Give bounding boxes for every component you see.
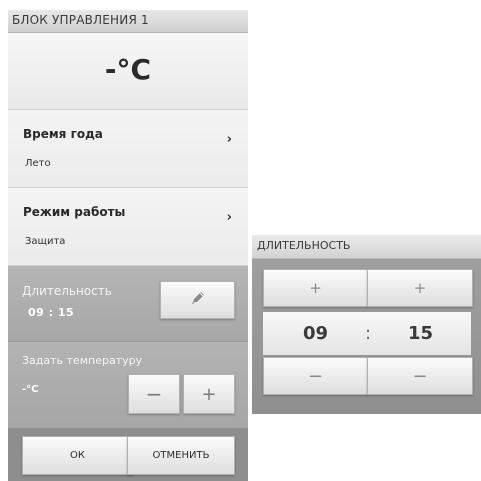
- dialog-body: + + 09 : 15 − −: [252, 259, 481, 414]
- mode-selector[interactable]: Режим работы Защита ›: [8, 188, 248, 266]
- mode-value: Защита: [25, 236, 66, 247]
- ok-button[interactable]: ОК: [22, 436, 133, 475]
- chevron-right-icon: ›: [226, 132, 232, 147]
- duration-value: 09 : 15: [28, 306, 75, 319]
- title-bar: БЛОК УПРАВЛЕНИЯ 1: [8, 10, 248, 33]
- duration-section: Длительность 09 : 15: [8, 266, 248, 342]
- increase-minutes-button[interactable]: +: [367, 269, 473, 307]
- plus-icon: +: [201, 383, 217, 405]
- minutes-value: 15: [408, 323, 434, 344]
- duration-dialog: ДЛИТЕЛЬНОСТЬ + + 09 : 15 − −: [252, 235, 481, 414]
- season-value: Лето: [25, 158, 51, 169]
- set-temperature-label: Задать температуру: [22, 354, 143, 367]
- decrease-hours-button[interactable]: −: [263, 357, 368, 395]
- current-temperature-display: -°C: [8, 33, 248, 110]
- duration-label: Длительность: [22, 284, 112, 298]
- hours-value: 09: [303, 323, 329, 344]
- season-selector[interactable]: Время года Лето ›: [8, 110, 248, 188]
- plus-icon: +: [309, 279, 322, 297]
- time-separator: :: [365, 323, 372, 344]
- decrease-minutes-button[interactable]: −: [367, 357, 473, 395]
- panel-title: БЛОК УПРАВЛЕНИЯ 1: [12, 13, 149, 27]
- minus-icon: −: [307, 365, 324, 387]
- plus-icon: +: [413, 279, 427, 297]
- set-temperature-value: -°C: [22, 384, 39, 395]
- footer: ОК ОТМЕНИТЬ: [8, 428, 248, 481]
- edit-duration-button[interactable]: [160, 281, 235, 319]
- current-temperature-value: -°C: [104, 53, 152, 86]
- increase-hours-button[interactable]: +: [263, 269, 368, 307]
- set-temperature-section: Задать температуру -°C − +: [8, 342, 248, 428]
- dialog-title: ДЛИТЕЛЬНОСТЬ: [257, 239, 351, 252]
- minus-icon: −: [412, 365, 428, 387]
- control-panel: БЛОК УПРАВЛЕНИЯ 1 -°C Время года Лето › …: [8, 10, 248, 481]
- minus-icon: −: [145, 382, 163, 406]
- decrease-temperature-button[interactable]: −: [128, 374, 180, 414]
- increase-temperature-button[interactable]: +: [183, 374, 235, 414]
- time-display: 09 : 15: [263, 312, 471, 355]
- season-label: Время года: [23, 127, 103, 141]
- mode-label: Режим работы: [23, 205, 126, 219]
- dialog-header: ДЛИТЕЛЬНОСТЬ: [252, 235, 481, 259]
- cancel-button[interactable]: ОТМЕНИТЬ: [127, 436, 235, 475]
- pencil-icon: [190, 290, 206, 310]
- chevron-right-icon: ›: [226, 210, 232, 225]
